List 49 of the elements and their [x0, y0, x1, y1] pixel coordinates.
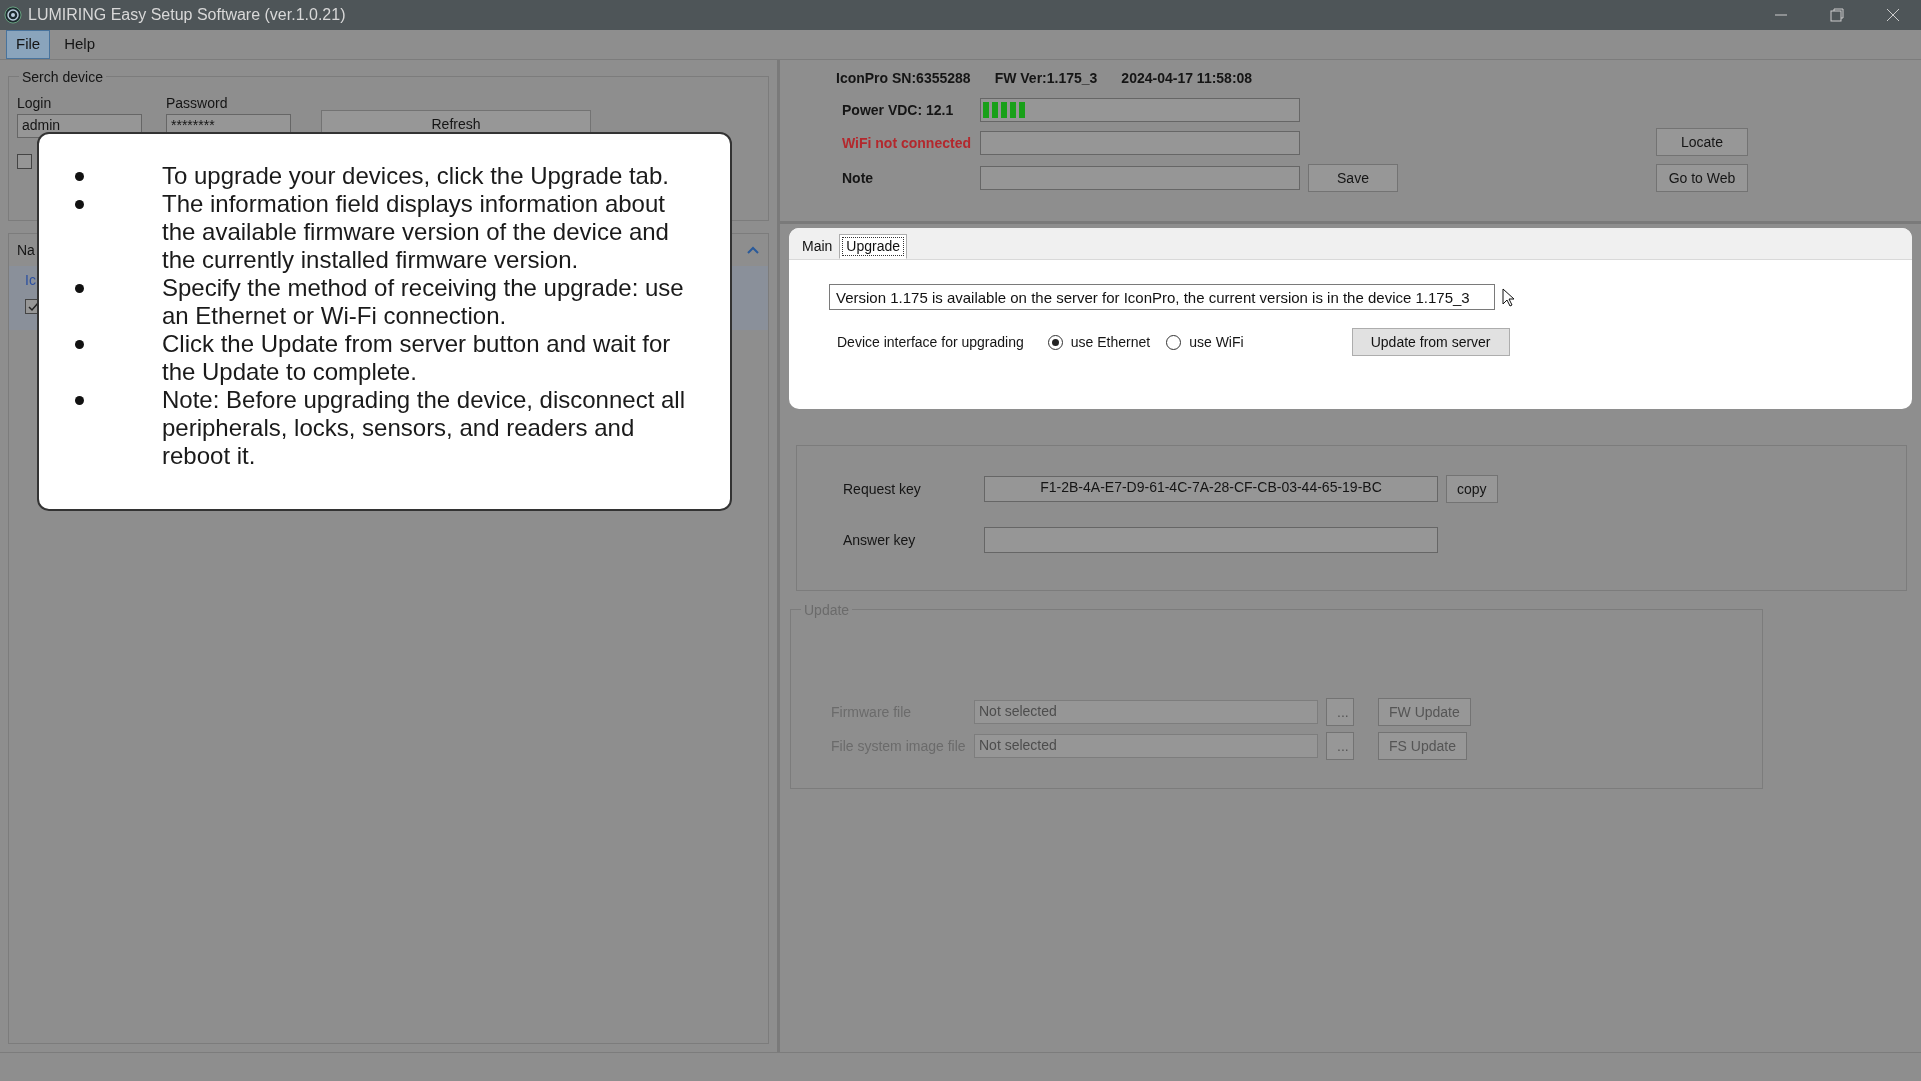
interface-label: Device interface for upgrading [837, 332, 1024, 352]
column-header: Na [17, 240, 35, 260]
restore-icon[interactable] [1829, 7, 1845, 23]
request-key-field[interactable]: F1-2B-4A-E7-D9-61-4C-7A-28-CF-CB-03-44-65-19-BC [984, 476, 1438, 502]
save-button[interactable]: Save [1308, 164, 1398, 192]
copy-button[interactable]: copy [1446, 475, 1498, 503]
bullet-icon [75, 340, 84, 349]
file-field: Not selected [974, 734, 1318, 758]
tab[interactable]: Upgrade [839, 234, 908, 259]
radio-label: use WiFi [1189, 332, 1244, 352]
date-time: 2024-04-17 11:58:08 [1121, 69, 1253, 88]
bullet-icon [75, 396, 84, 405]
bullet-icon [75, 172, 84, 181]
cursor-icon [1502, 288, 1516, 308]
menu-item[interactable]: Help [54, 30, 106, 59]
app-logo-icon [4, 6, 22, 24]
note-field[interactable] [980, 166, 1300, 190]
close-icon[interactable] [1885, 7, 1901, 23]
info-field: Version 1.175 is available on the server for IconPro, the current version is in the device 1.175_3 [829, 284, 1495, 310]
tab[interactable]: Main [795, 234, 840, 259]
instruction-text: Note: Before upgrading the device, disconnect all peripherals, locks, sensors, and readers and reboot it. [162, 386, 686, 470]
checkbox[interactable] [17, 154, 32, 169]
update-from-server-button[interactable]: Update from server [1351, 328, 1510, 356]
wifi-field[interactable] [980, 131, 1300, 155]
bullet-icon [75, 284, 84, 293]
radio-button[interactable] [1166, 334, 1182, 350]
wifi-status: WiFi not connected [841, 133, 972, 153]
field-label: Password [166, 94, 229, 113]
file-field: Not selected [974, 700, 1318, 724]
field-label: Login [17, 94, 53, 113]
radio-button[interactable] [1047, 334, 1063, 350]
instruction-text: The information field displays information about the available firmware version of the device and the currently installed firmware version. [162, 190, 670, 274]
locate-button[interactable]: Locate [1656, 128, 1748, 156]
serial-number: IconPro SN:6355288 [836, 69, 971, 88]
field-label: Answer key [843, 530, 917, 550]
note-label: Note [841, 168, 875, 188]
instruction-text: Click the Update from server button and wait for the Update to complete. [162, 330, 672, 386]
bullet-icon [75, 200, 84, 209]
firmware-version: FW Ver:1.175_3 [994, 69, 1098, 88]
power-label: Power VDC: 12.1 [841, 100, 955, 120]
instruction-text: Specify the method of receiving the upgrade: use an Ethernet or Wi-Fi connection. [162, 274, 685, 330]
field-label: Request key [843, 479, 922, 499]
menu-item[interactable]: File [6, 30, 51, 59]
window-title: LUMIRING Easy Setup Software (ver.1.0.21) [28, 5, 346, 25]
answer-key-field[interactable] [984, 527, 1438, 553]
collapse-caret-icon[interactable] [746, 245, 760, 255]
radio-label: use Ethernet [1070, 332, 1151, 352]
instruction-text: To upgrade your devices, click the Upgrade tab. [162, 162, 669, 190]
go-to-web-button[interactable]: Go to Web [1656, 164, 1748, 192]
